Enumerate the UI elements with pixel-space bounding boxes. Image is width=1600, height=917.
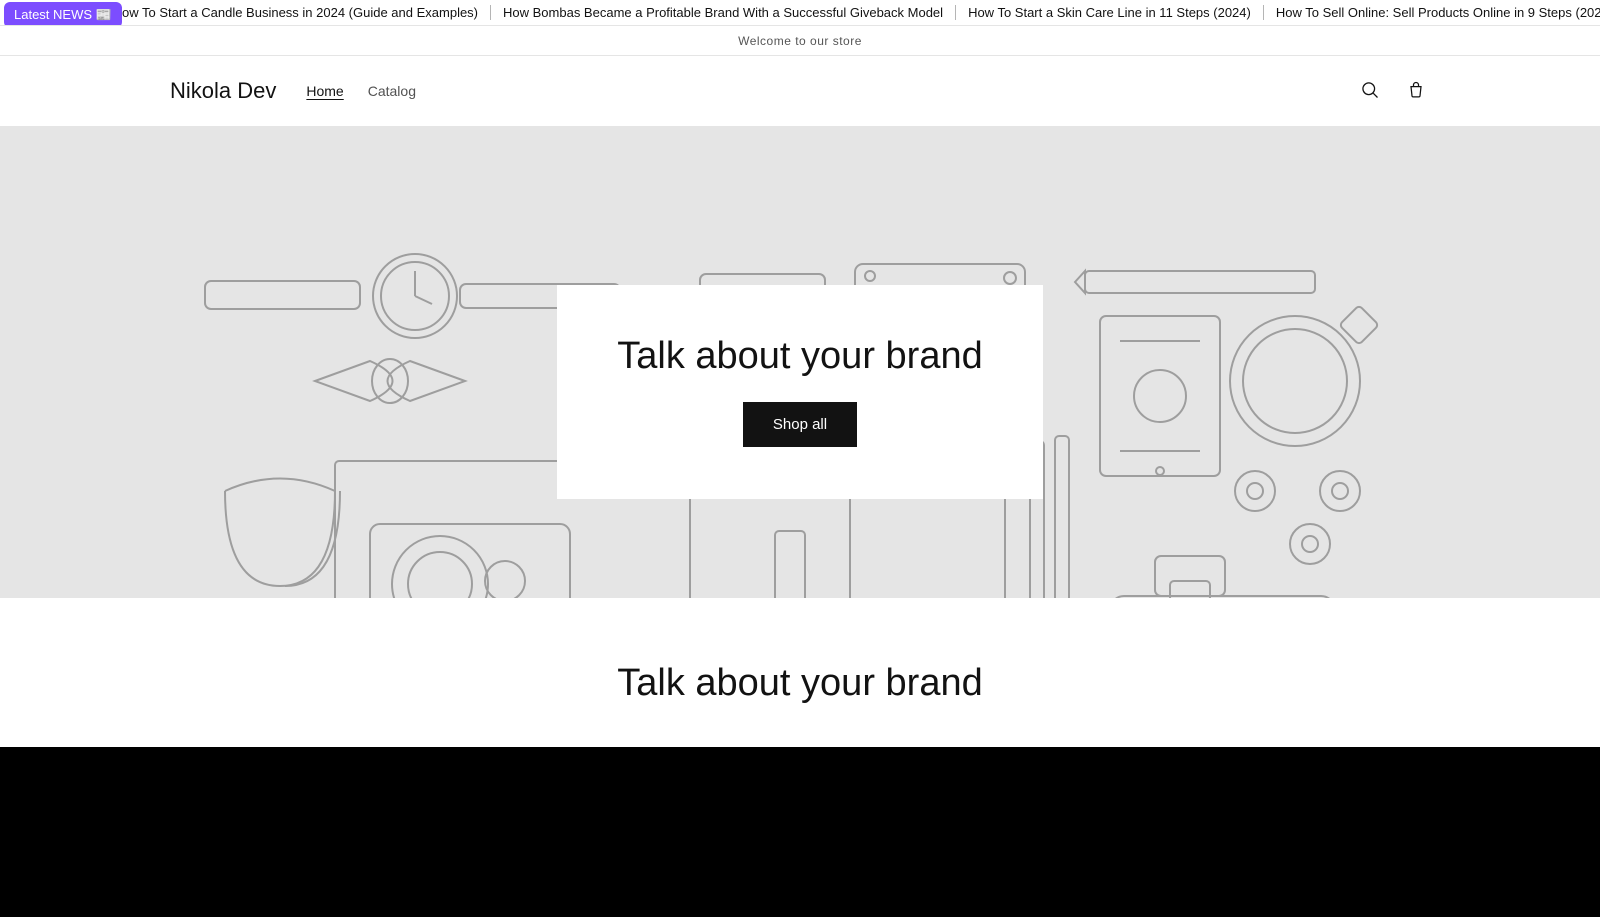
nav-catalog[interactable]: Catalog (368, 83, 416, 99)
header-left: Nikola Dev Home Catalog (170, 78, 416, 104)
news-item[interactable]: How To Sell Online: Sell Products Online… (1264, 5, 1600, 20)
video-section (0, 747, 1600, 917)
shop-all-button[interactable]: Shop all (743, 402, 857, 447)
main-nav: Home Catalog (306, 83, 416, 99)
announcement-text: Welcome to our store (738, 34, 862, 48)
header-right (1356, 77, 1430, 105)
hero-title: Talk about your brand (617, 335, 982, 378)
brand-logo[interactable]: Nikola Dev (170, 78, 276, 104)
news-ticker: Latest NEWS 📰 ow To Start a Candle Busin… (0, 0, 1600, 26)
search-button[interactable] (1356, 77, 1384, 105)
news-item[interactable]: How To Start a Skin Care Line in 11 Step… (956, 5, 1264, 20)
cart-icon (1406, 80, 1426, 103)
cart-button[interactable] (1402, 77, 1430, 105)
site-header: Nikola Dev Home Catalog (0, 56, 1600, 126)
news-item[interactable]: How Bombas Became a Profitable Brand Wit… (491, 5, 956, 20)
section-title: Talk about your brand (0, 662, 1600, 705)
news-badge: Latest NEWS 📰 (4, 2, 122, 26)
hero-content-box: Talk about your brand Shop all (557, 285, 1042, 499)
nav-home[interactable]: Home (306, 83, 343, 99)
announcement-bar: Welcome to our store (0, 26, 1600, 56)
search-icon (1360, 80, 1380, 103)
news-item[interactable]: ow To Start a Candle Business in 2024 (G… (110, 5, 491, 20)
hero-banner: Talk about your brand Shop all (0, 126, 1600, 598)
news-items-container: ow To Start a Candle Business in 2024 (G… (110, 5, 1600, 20)
